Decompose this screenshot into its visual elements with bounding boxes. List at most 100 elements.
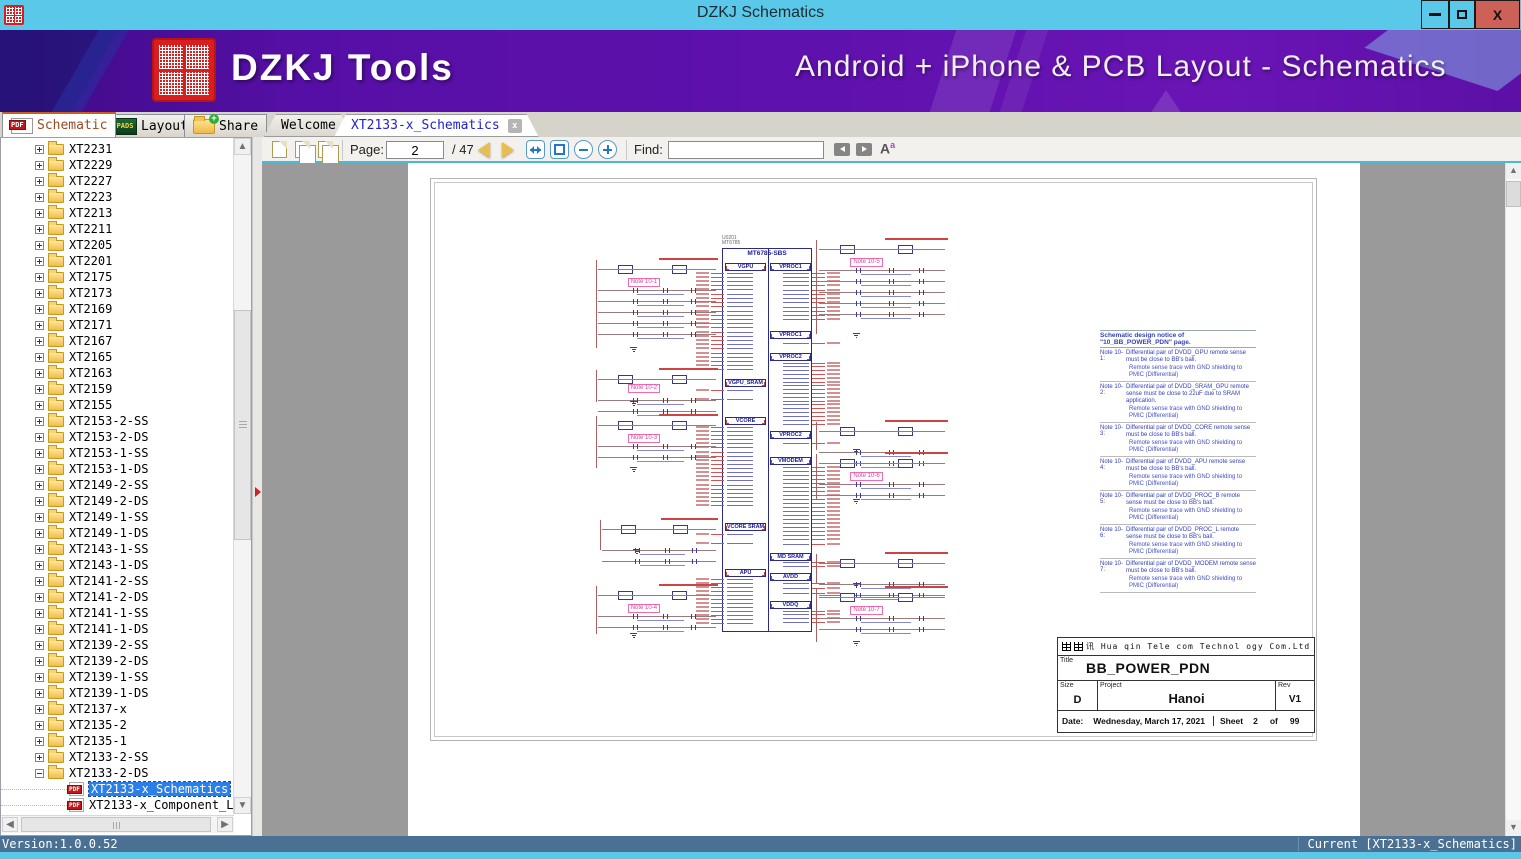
expand-icon[interactable] (35, 624, 44, 634)
folder-label[interactable]: XT2153-2-DS (69, 430, 148, 444)
collapse-icon[interactable] (35, 768, 44, 778)
folder-label[interactable]: XT2135-1 (69, 734, 127, 748)
tree-folder-row[interactable]: XT2173 (1, 284, 235, 301)
expand-icon[interactable] (35, 336, 44, 346)
tree-folder-row[interactable]: XT2135-1 (1, 732, 235, 749)
document-label-selected[interactable]: XT2133-x_Schematics (87, 781, 232, 797)
tree-folder-row[interactable]: XT2155 (1, 396, 235, 413)
tree-folder-row[interactable]: XT2153-1-DS (1, 460, 235, 477)
prev-page-arrow[interactable] (478, 142, 490, 158)
tree-folder-row[interactable]: XT2139-1-SS (1, 668, 235, 685)
tree-vertical-scrollbar[interactable]: ▲ ▼ (233, 138, 251, 814)
font-case-icon[interactable]: Aa (880, 140, 895, 157)
expand-icon[interactable] (35, 448, 44, 458)
tree-folder-row[interactable]: XT2143-1-DS (1, 556, 235, 573)
panel-splitter[interactable] (252, 137, 262, 836)
folder-label[interactable]: XT2153-1-DS (69, 462, 148, 476)
expand-icon[interactable] (35, 320, 44, 330)
folder-label[interactable]: XT2143-1-SS (69, 542, 148, 556)
folder-label[interactable]: XT2165 (69, 350, 112, 364)
find-input[interactable] (668, 141, 824, 159)
tree-horizontal-scrollbar[interactable]: ◀ ▶ (1, 815, 234, 833)
tree-folder-row[interactable]: XT2231 (1, 140, 235, 157)
tree-folder-row[interactable]: XT2205 (1, 236, 235, 253)
viewer-scroll-down-arrow[interactable]: ▼ (1506, 820, 1521, 836)
prev-view-icon[interactable] (295, 141, 316, 164)
tab-share[interactable]: + Share (184, 113, 268, 137)
fit-width-icon[interactable] (526, 140, 545, 159)
doc-tab-schematics[interactable]: XT2133-x_Schematics x (334, 114, 539, 137)
folder-label[interactable]: XT2149-1-SS (69, 510, 148, 524)
folder-label[interactable]: XT2175 (69, 270, 112, 284)
folder-label[interactable]: XT2133-2-SS (69, 750, 148, 764)
folder-label[interactable]: XT2139-2-DS (69, 654, 148, 668)
expand-icon[interactable] (35, 416, 44, 426)
viewer-scroll-up-arrow[interactable]: ▲ (1506, 163, 1521, 179)
tree-folder-row[interactable]: XT2133-2-SS (1, 748, 235, 765)
expand-icon[interactable] (35, 272, 44, 282)
close-button[interactable]: X (1475, 0, 1520, 29)
expand-icon[interactable] (35, 176, 44, 186)
folder-label[interactable]: XT2171 (69, 318, 112, 332)
folder-label[interactable]: XT2137-x (69, 702, 127, 716)
tree-folder-row[interactable]: XT2201 (1, 252, 235, 269)
expand-icon[interactable] (35, 304, 44, 314)
document-label[interactable]: XT2133-x_Component_Locati (89, 798, 235, 812)
expand-icon[interactable] (35, 480, 44, 490)
find-previous-icon[interactable] (834, 143, 850, 156)
tree-folder-row[interactable]: XT2149-2-DS (1, 492, 235, 509)
folder-label[interactable]: XT2141-1-SS (69, 606, 148, 620)
expand-icon[interactable] (35, 192, 44, 202)
folder-label[interactable]: XT2133-2-DS (69, 766, 148, 780)
expand-icon[interactable] (35, 208, 44, 218)
tree-document-row[interactable]: PDF XT2133-x_Component_Locati (1, 797, 235, 813)
folder-label[interactable]: XT2139-1-DS (69, 686, 148, 700)
expand-icon[interactable] (35, 288, 44, 298)
tab-schematic[interactable]: PDF Schematic (2, 112, 117, 137)
expand-icon[interactable] (35, 688, 44, 698)
tree-scrollbar-thumb[interactable] (234, 310, 251, 540)
tree-folder-row[interactable]: XT2139-1-DS (1, 684, 235, 701)
tree-folder-row[interactable]: XT2141-1-SS (1, 604, 235, 621)
tree-folder-row[interactable]: XT2153-1-SS (1, 444, 235, 461)
folder-label[interactable]: XT2139-2-SS (69, 638, 148, 652)
next-page-arrow[interactable] (502, 142, 514, 158)
tree-folder-row[interactable]: XT2163 (1, 364, 235, 381)
tree-folder-row[interactable]: XT2171 (1, 316, 235, 333)
scroll-right-arrow[interactable]: ▶ (217, 817, 233, 832)
expand-icon[interactable] (35, 432, 44, 442)
folder-label[interactable]: XT2173 (69, 286, 112, 300)
folder-label[interactable]: XT2211 (69, 222, 112, 236)
folder-label[interactable]: XT2153-1-SS (69, 446, 148, 460)
folder-label[interactable]: XT2141-2-DS (69, 590, 148, 604)
expand-icon[interactable] (35, 400, 44, 410)
folder-label[interactable]: XT2141-2-SS (69, 574, 148, 588)
tree-folder-row[interactable]: XT2211 (1, 220, 235, 237)
folder-label[interactable]: XT2149-2-SS (69, 478, 148, 492)
expand-icon[interactable] (35, 512, 44, 522)
folder-label[interactable]: XT2159 (69, 382, 112, 396)
tree-folder-row[interactable]: XT2153-2-DS (1, 428, 235, 445)
tree-folder-row[interactable]: XT2169 (1, 300, 235, 317)
folder-label[interactable]: XT2153-2-SS (69, 414, 148, 428)
tree-folder-row[interactable]: XT2141-2-SS (1, 572, 235, 589)
zoom-in-icon[interactable] (598, 140, 617, 159)
folder-label[interactable]: XT2135-2 (69, 718, 127, 732)
expand-icon[interactable] (35, 384, 44, 394)
expand-icon[interactable] (35, 144, 44, 154)
fit-page-icon[interactable] (550, 140, 569, 159)
folder-label[interactable]: XT2229 (69, 158, 112, 172)
folder-label[interactable]: XT2167 (69, 334, 112, 348)
tree-folder-row[interactable]: XT2227 (1, 172, 235, 189)
viewer-scrollbar-thumb[interactable] (1506, 181, 1521, 207)
expand-icon[interactable] (35, 240, 44, 250)
expand-icon[interactable] (35, 464, 44, 474)
folder-label[interactable]: XT2201 (69, 254, 112, 268)
tree-hscrollbar-thumb[interactable] (21, 817, 211, 832)
folder-label[interactable]: XT2163 (69, 366, 112, 380)
expand-icon[interactable] (35, 352, 44, 362)
viewer-vertical-scrollbar[interactable]: ▲ ▼ (1505, 163, 1521, 836)
doc-tab-close-icon[interactable]: x (508, 119, 522, 133)
folder-label[interactable]: XT2231 (69, 142, 112, 156)
zoom-out-icon[interactable] (574, 140, 593, 159)
